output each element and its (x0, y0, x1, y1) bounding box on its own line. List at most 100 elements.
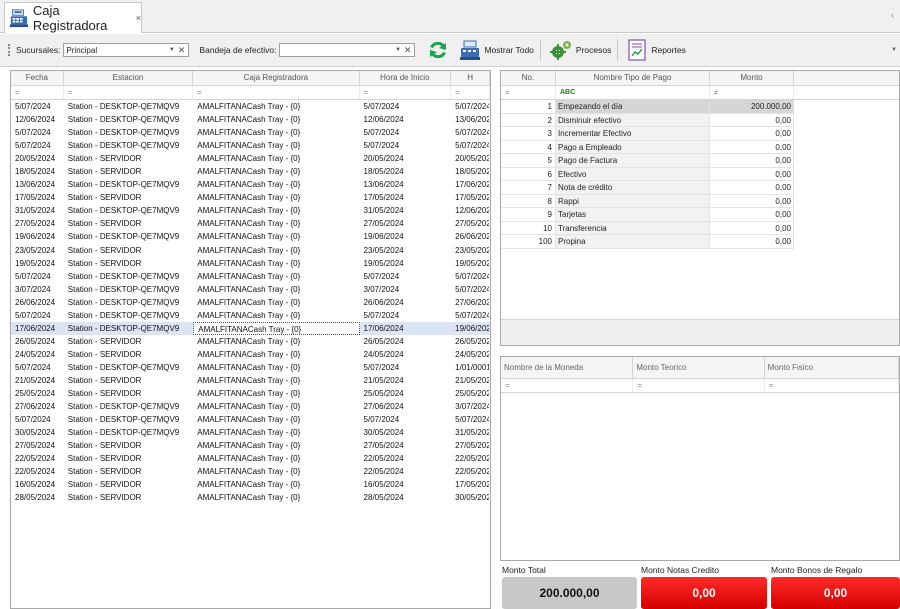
table-cell[interactable]: 22/05/2024 (360, 452, 452, 465)
table-cell[interactable]: Station - DESKTOP-QE7MQV9 (64, 230, 193, 243)
table-cell[interactable]: 0,00 (710, 221, 794, 235)
table-cell[interactable]: 23/05/2024 (451, 244, 490, 257)
table-cell[interactable]: 3/07/2024 (11, 283, 64, 296)
tab-scroll-left-icon[interactable]: ‹ (891, 10, 894, 20)
table-cell[interactable]: Station - DESKTOP-QE7MQV9 (64, 309, 193, 322)
table-cell[interactable]: 16/05/2024 (11, 478, 64, 491)
table-cell[interactable]: 100 (501, 235, 556, 249)
table-cell[interactable]: 5/07/2024 (11, 139, 64, 152)
table-cell[interactable]: 27/05/2024 (451, 439, 490, 452)
table-cell[interactable]: AMALFITANACash Tray - {0} (193, 491, 359, 504)
table-cell[interactable]: Rappi (556, 194, 710, 208)
tab-close-icon[interactable]: × (136, 13, 141, 23)
table-cell[interactable]: Station - SERVIDOR (64, 152, 193, 165)
table-cell[interactable]: Station - DESKTOP-QE7MQV9 (64, 413, 193, 426)
table-cell[interactable]: AMALFITANACash Tray - {0} (193, 387, 359, 400)
table-cell[interactable]: 12/06/2024 (451, 204, 490, 217)
filter-cell[interactable]: = (360, 86, 452, 99)
table-cell[interactable]: 30/05/2024 (451, 491, 490, 504)
table-cell[interactable]: 17/05/2024 (451, 478, 490, 491)
procesos-button[interactable]: Procesos (549, 39, 611, 61)
table-cell[interactable]: AMALFITANACash Tray - {0} (193, 139, 359, 152)
table-row[interactable]: 20/05/2024 Station - SERVIDOR AMALFITANACa… (11, 152, 490, 165)
table-cell[interactable]: 28/05/2024 (360, 491, 452, 504)
table-cell[interactable]: 1/01/0001 (451, 361, 490, 374)
table-cell[interactable]: 0,00 (710, 113, 794, 127)
table-cell[interactable]: 20/05/2024 (360, 152, 452, 165)
table-cell[interactable]: 27/05/2024 (451, 217, 490, 230)
table-cell[interactable]: 21/05/2024 (451, 374, 490, 387)
table-cell[interactable]: 9 (501, 208, 556, 222)
column-header-hora-fin[interactable]: H (451, 71, 490, 85)
table-cell[interactable]: 17/05/2024 (11, 191, 64, 204)
table-cell[interactable]: 17/05/2024 (360, 191, 452, 204)
table-cell[interactable]: AMALFITANACash Tray - {0} (193, 270, 359, 283)
toolbar-grip[interactable] (8, 44, 11, 56)
table-cell[interactable]: AMALFITANACash Tray - {0} (193, 348, 359, 361)
table-cell[interactable]: Station - SERVIDOR (64, 217, 193, 230)
table-cell[interactable]: 27/05/2024 (11, 217, 64, 230)
table-cell[interactable]: 4 (501, 140, 556, 154)
table-cell[interactable]: 13/06/2024 (11, 178, 64, 191)
table-cell[interactable]: AMALFITANACash Tray - {0} (193, 152, 359, 165)
table-cell[interactable]: AMALFITANACash Tray - {0} (193, 257, 359, 270)
column-header-monto-fisico[interactable]: Monto Fisico (765, 357, 899, 378)
table-row[interactable]: 26/06/2024 Station - DESKTOP-QE7MQV9 AMALF… (11, 296, 490, 309)
filter-cell[interactable]: = (193, 86, 360, 99)
sucursales-combo[interactable]: Principal ▼ ✕ (63, 43, 190, 57)
table-row[interactable]: 13/06/2024 Station - DESKTOP-QE7MQV9 AMALF… (11, 178, 490, 191)
table-cell[interactable]: Pago de Factura (556, 154, 710, 168)
table-cell[interactable]: 0,00 (710, 140, 794, 154)
table-row[interactable]: 27/05/2024 Station - SERVIDOR AMALFITANACa… (11, 439, 490, 452)
table-cell[interactable]: 8 (501, 194, 556, 208)
table-cell[interactable]: 5/07/2024 (451, 270, 490, 283)
table-cell[interactable]: 28/05/2024 (11, 491, 64, 504)
table-cell[interactable]: 6 (501, 167, 556, 181)
table-cell[interactable]: 5/07/2024 (11, 413, 64, 426)
table-cell[interactable]: 0,00 (710, 208, 794, 222)
table-cell[interactable]: 5/07/2024 (451, 126, 490, 139)
table-cell[interactable]: Station - SERVIDOR (64, 478, 193, 491)
table-cell[interactable]: Station - DESKTOP-QE7MQV9 (64, 100, 193, 113)
table-cell[interactable]: 1 (501, 100, 556, 114)
table-cell[interactable]: 21/05/2024 (360, 374, 452, 387)
table-cell[interactable]: 22/05/2024 (360, 465, 452, 478)
table-cell[interactable]: 27/06/2024 (11, 400, 64, 413)
table-cell[interactable]: Station - SERVIDOR (64, 191, 193, 204)
table-cell[interactable]: AMALFITANACash Tray - {0} (193, 361, 359, 374)
table-cell[interactable]: 19/05/2024 (360, 257, 452, 270)
table-cell[interactable]: Station - SERVIDOR (64, 165, 193, 178)
table-cell[interactable]: Station - SERVIDOR (64, 374, 193, 387)
table-cell[interactable]: AMALFITANACash Tray - {0} (193, 178, 359, 191)
table-row[interactable]: 21/05/2024 Station - SERVIDOR AMALFITANACa… (11, 374, 490, 387)
filter-cell[interactable]: ABC (556, 86, 710, 99)
table-cell[interactable]: Station - DESKTOP-QE7MQV9 (64, 270, 193, 283)
table-cell[interactable]: Station - DESKTOP-QE7MQV9 (64, 361, 193, 374)
table-cell[interactable]: 27/05/2024 (360, 217, 452, 230)
table-row[interactable]: 3 Incrementar Efectivo 0,00 (501, 127, 899, 141)
filter-cell[interactable]: = (633, 379, 765, 392)
table-cell[interactable]: 0,00 (710, 194, 794, 208)
table-cell[interactable]: Disminuir efectivo (556, 113, 710, 127)
toolbar-overflow-icon[interactable]: ▼ (891, 47, 897, 53)
table-cell[interactable]: 27/06/2024 (451, 296, 490, 309)
filter-cell[interactable]: = (11, 86, 64, 99)
filter-cell[interactable]: = (501, 86, 556, 99)
table-row[interactable]: 22/05/2024 Station - SERVIDOR AMALFITANACa… (11, 452, 490, 465)
table-cell[interactable]: 30/05/2024 (360, 426, 452, 439)
table-cell[interactable]: 22/05/2024 (11, 465, 64, 478)
table-cell[interactable]: Tarjetas (556, 208, 710, 222)
table-cell[interactable]: 12/06/2024 (360, 113, 452, 126)
tab-caja-registradora[interactable]: Caja Registradora × (4, 2, 142, 33)
table-cell[interactable]: 31/05/2024 (360, 204, 452, 217)
table-cell[interactable]: 22/05/2024 (451, 452, 490, 465)
table-cell[interactable]: 21/05/2024 (11, 374, 64, 387)
table-cell[interactable]: AMALFITANACash Tray - {0} (193, 321, 360, 335)
table-cell[interactable]: 5/07/2024 (451, 309, 490, 322)
table-cell[interactable]: Station - DESKTOP-QE7MQV9 (64, 113, 193, 126)
table-row[interactable]: 27/06/2024 Station - DESKTOP-QE7MQV9 AMALF… (11, 400, 490, 413)
table-cell[interactable]: 17/06/2024 (11, 322, 64, 335)
table-cell[interactable]: 26/05/2024 (360, 335, 452, 348)
table-cell[interactable]: 19/06/2024 (11, 230, 64, 243)
column-header-caja[interactable]: Caja Registradora (193, 71, 360, 85)
